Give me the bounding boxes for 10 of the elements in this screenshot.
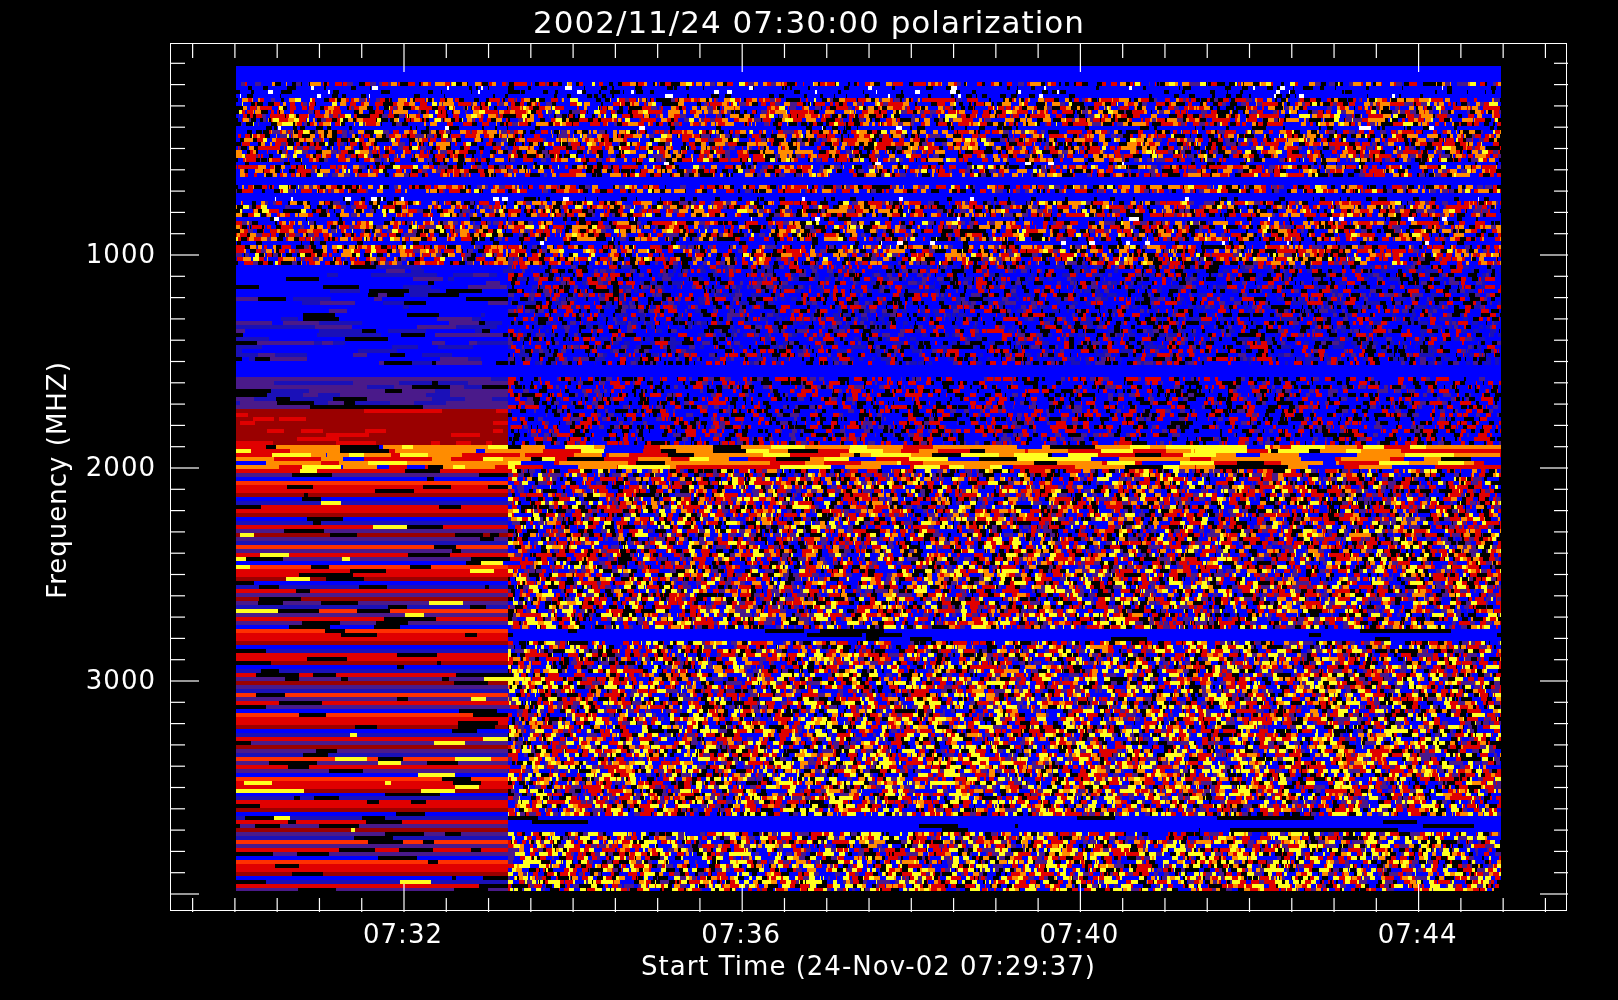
chart-title: 2002/11/24 07:30:00 polarization: [533, 3, 1085, 40]
x-tick-label: 07:32: [363, 919, 443, 949]
x-tick-label: 07:36: [701, 919, 782, 949]
x-axis-label: Start Time (24-Nov-02 07:29:37): [641, 951, 1096, 981]
y-tick-label: 3000: [85, 665, 156, 695]
x-tick-label: 07:44: [1377, 919, 1458, 949]
y-tick-label: 1000: [85, 239, 156, 269]
y-axis-label: Frequency (MHZ): [42, 361, 72, 599]
y-tick-label: 2000: [85, 452, 156, 482]
x-tick-label: 07:40: [1039, 919, 1120, 949]
